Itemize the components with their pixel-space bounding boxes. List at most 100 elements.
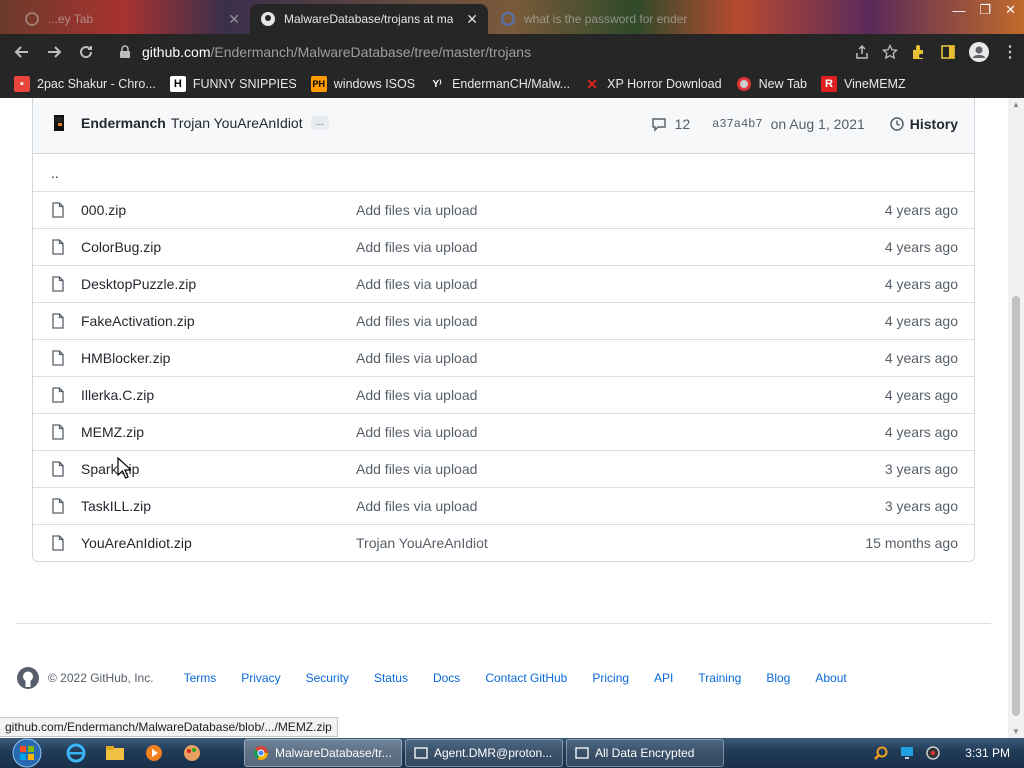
file-row[interactable]: HMBlocker.zip Add files via upload 4 years… [33,339,974,376]
page-scrollbar[interactable]: ▲ ▼ [1008,98,1024,738]
minimize-icon[interactable]: — [952,3,965,18]
file-row[interactable]: 000.zip Add files via upload 4 years ago [33,191,974,228]
parent-directory-link[interactable]: .. [51,165,59,181]
footer-link-pricing[interactable]: Pricing [592,671,629,685]
file-name-link[interactable]: DesktopPuzzle.zip [81,276,196,292]
menu-kebab-icon[interactable]: ⋮ [1002,42,1018,62]
file-name-link[interactable]: YouAreAnIdiot.zip [81,535,192,551]
file-name-link[interactable]: TaskILL.zip [81,498,151,514]
paint-icon[interactable] [182,743,202,763]
footer-link-docs[interactable]: Docs [433,671,460,685]
bookmark-item[interactable]: PH windows ISOS [310,76,415,92]
clock-icon [890,116,904,131]
footer-link-terms[interactable]: Terms [184,671,217,685]
footer-link-blog[interactable]: Blog [766,671,790,685]
bookmark-item[interactable]: H FUNNY SNIPPIES [169,76,297,92]
restore-icon[interactable]: ❐ [979,2,991,18]
bookmark-item[interactable]: R VineMEMZ [821,76,906,92]
tab-malware-database[interactable]: MalwareDatabase/trojans at ma ✕ [250,4,488,34]
scroll-down-icon[interactable]: ▼ [1012,727,1020,736]
share-icon[interactable] [854,44,870,60]
profile-avatar-icon[interactable] [968,41,990,63]
file-commit-message[interactable]: Trojan YouAreAnIdiot [356,535,488,551]
file-row[interactable]: YouAreAnIdiot.zip Trojan YouAreAnIdiot 15 … [33,524,974,561]
file-commit-message[interactable]: Add files via upload [356,202,477,218]
footer-link-api[interactable]: API [654,671,673,685]
file-name-link[interactable]: 000.zip [81,202,126,218]
comment-icon[interactable] [651,116,667,132]
comment-count[interactable]: 12 [675,116,691,132]
taskbar-task-encrypted[interactable]: All Data Encrypted [566,739,724,767]
r-icon: R [821,76,837,92]
extensions-icon[interactable] [910,43,928,61]
file-commit-message[interactable]: Add files via upload [356,498,477,514]
file-commit-message[interactable]: Add files via upload [356,276,477,292]
bookmark-item[interactable]: ✕ XP Horror Download [584,76,721,92]
window-icon [575,747,589,759]
close-window-icon[interactable]: ✕ [1005,2,1016,18]
file-commit-message[interactable]: Add files via upload [356,350,477,366]
footer-link-training[interactable]: Training [698,671,741,685]
tab-new-tab[interactable]: ...ey Tab ✕ [14,4,250,34]
reload-button[interactable] [70,36,102,68]
commit-message[interactable]: Trojan YouAreAnIdiot [171,115,303,131]
footer-link-privacy[interactable]: Privacy [241,671,280,685]
bookmark-item[interactable]: ▪ 2pac Shakur - Chro... [14,76,156,92]
close-icon[interactable]: ✕ [466,11,478,28]
internet-explorer-icon[interactable] [66,743,86,763]
file-row[interactable]: TaskILL.zip Add files via upload 3 years a… [33,487,974,524]
github-logo-icon[interactable] [16,666,40,690]
file-row[interactable]: Illerka.C.zip Add files via upload 4 years… [33,376,974,413]
quick-launch [66,738,202,768]
taskbar-task-chrome[interactable]: MalwareDatabase/tr... [244,739,402,767]
bookmark-item[interactable]: New Tab [736,76,807,92]
speaker-icon[interactable] [925,745,941,761]
address-bar[interactable]: github.com/Endermanch/MalwareDatabase/tr… [108,38,888,66]
sidepanel-icon[interactable] [940,44,956,60]
footer-link-contact[interactable]: Contact GitHub [485,671,567,685]
toolbar-actions: ⋮ [854,34,1018,70]
file-commit-message[interactable]: Add files via upload [356,239,477,255]
file-row[interactable]: ColorBug.zip Add files via upload 4 years … [33,228,974,265]
footer-link-security[interactable]: Security [306,671,349,685]
scrollbar-thumb[interactable] [1012,296,1020,716]
footer-link-status[interactable]: Status [374,671,408,685]
back-button[interactable] [6,36,38,68]
commit-sha[interactable]: a37a4b7 [712,117,762,131]
scroll-up-icon[interactable]: ▲ [1012,100,1020,109]
search-icon[interactable] [873,745,889,761]
commit-author[interactable]: Endermanch [81,115,166,131]
file-row[interactable]: DesktopPuzzle.zip Add files via upload 4 y… [33,265,974,302]
clock[interactable]: 3:31 PM [965,746,1010,760]
lock-icon[interactable] [118,45,132,59]
file-name-link[interactable]: ColorBug.zip [81,239,161,255]
file-name-link[interactable]: MEMZ.zip [81,424,144,440]
taskbar-task-agent[interactable]: Agent.DMR@proton... [405,739,563,767]
avatar[interactable] [49,113,69,133]
file-row[interactable]: Spark.zip Add files via upload 3 years ago [33,450,974,487]
commit-ellipsis-button[interactable]: ... [310,116,329,130]
footer-link-about[interactable]: About [815,671,846,685]
close-icon[interactable]: ✕ [228,11,240,28]
history-link[interactable]: History [889,116,958,132]
file-explorer-icon[interactable] [104,743,126,763]
file-row[interactable]: MEMZ.zip Add files via upload 4 years ago [33,413,974,450]
file-name-link[interactable]: HMBlocker.zip [81,350,170,366]
file-icon [52,313,64,329]
file-name-link[interactable]: Illerka.C.zip [81,387,154,403]
monitor-icon[interactable] [899,745,915,761]
file-commit-message[interactable]: Add files via upload [356,424,477,440]
media-player-icon[interactable] [144,743,164,763]
file-row[interactable]: FakeActivation.zip Add files via upload 4 … [33,302,974,339]
tab-google-search[interactable]: what is the password for ender [490,4,720,34]
star-icon[interactable] [882,44,898,60]
file-commit-message[interactable]: Add files via upload [356,387,477,403]
file-name-link[interactable]: FakeActivation.zip [81,313,195,329]
bookmark-item[interactable]: Y⁾ EndermanCH/Malw... [429,76,570,92]
forward-button[interactable] [38,36,70,68]
file-commit-message[interactable]: Add files via upload [356,461,477,477]
file-commit-message[interactable]: Add files via upload [356,313,477,329]
parent-directory-row[interactable]: .. [33,154,974,191]
start-button[interactable] [8,738,46,768]
arrow-left-icon [14,46,28,58]
